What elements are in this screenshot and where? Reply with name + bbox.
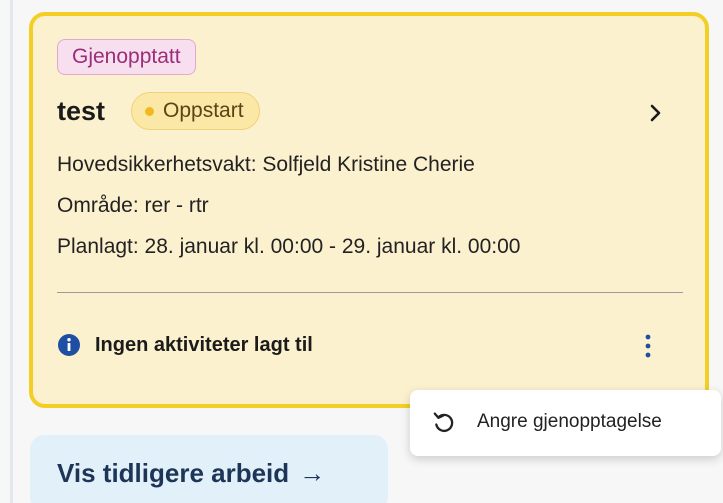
info-icon: [58, 334, 80, 356]
card-title: test: [57, 95, 106, 126]
menu-item-label: Angre gjenopptagelse: [477, 411, 662, 432]
context-menu: Angre gjenopptagelse: [410, 390, 721, 456]
arrow-right-icon: →: [299, 457, 326, 488]
undo-icon: [433, 412, 454, 433]
activities-text: Ingen aktiviteter lagt til: [95, 333, 313, 356]
activities-notice: Ingen aktiviteter lagt til: [57, 333, 313, 357]
more-options-button[interactable]: [633, 328, 663, 364]
page: Gjenopptatt test Oppstart Hovedsikkerhet…: [0, 0, 723, 503]
phase-dot-icon: [145, 106, 155, 116]
left-rail: [10, 0, 13, 503]
divider: [57, 292, 683, 293]
status-tag: Gjenopptatt: [57, 39, 196, 75]
phase-tag: Oppstart: [131, 92, 260, 130]
menu-item-undo-resume[interactable]: Angre gjenopptagelse: [430, 408, 662, 436]
phase-tag-label: Oppstart: [163, 99, 244, 122]
kebab-menu-icon: [645, 334, 651, 358]
work-card[interactable]: Gjenopptatt test Oppstart Hovedsikkerhet…: [29, 12, 709, 408]
earlier-work-label: Vis tidligere arbeid: [57, 457, 290, 488]
planned-text: Planlagt: 28. januar kl. 00:00 - 29. jan…: [57, 235, 521, 258]
area-text: Område: rer - rtr: [57, 194, 209, 217]
show-earlier-work-button[interactable]: Vis tidligere arbeid →: [30, 435, 388, 503]
chevron-right-icon[interactable]: [645, 100, 667, 126]
title-row: test Oppstart: [57, 92, 260, 130]
safety-guard-text: Hovedsikkerhetsvakt: Solfjeld Kristine C…: [57, 153, 475, 176]
